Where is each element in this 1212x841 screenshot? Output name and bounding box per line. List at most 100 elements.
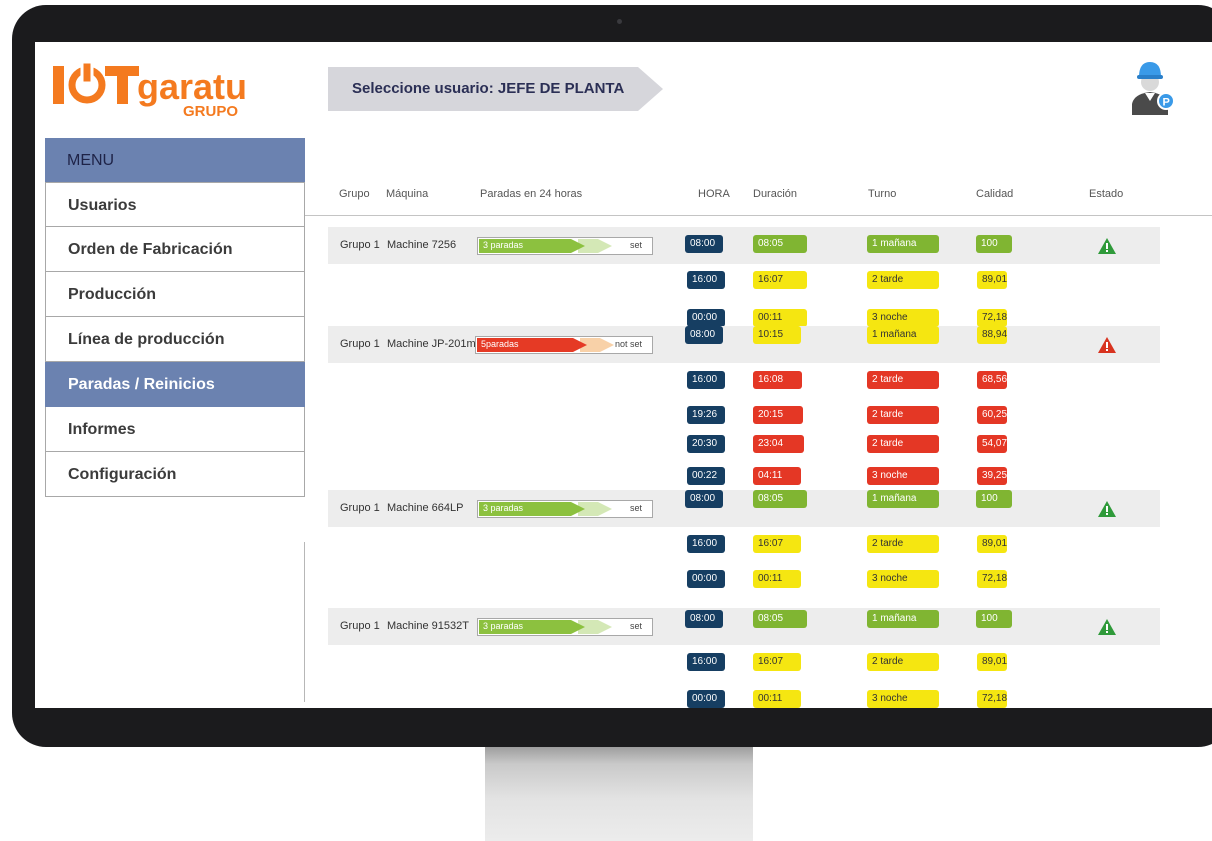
hora-cell: 00:00 bbox=[687, 690, 725, 708]
column-paradas: Paradas en 24 horas bbox=[480, 188, 583, 200]
hora-cell: 19:26 bbox=[687, 406, 725, 424]
duracion-cell: 16:07 bbox=[753, 271, 807, 289]
calidad-cell: 89,01 bbox=[977, 271, 1007, 289]
duracion-cell: 16:07 bbox=[753, 653, 801, 671]
duracion-cell: 00:11 bbox=[753, 690, 801, 708]
svg-text:garatu: garatu bbox=[137, 66, 247, 107]
svg-text:P: P bbox=[1163, 97, 1170, 109]
column-maquina: Máquina bbox=[386, 188, 429, 200]
camera-icon bbox=[617, 19, 622, 24]
table-header-divider bbox=[305, 215, 1212, 216]
paradas-progress-bar[interactable]: 3 paradas set bbox=[477, 500, 653, 518]
turno-cell: 1 mañana bbox=[867, 490, 939, 508]
user-selector-label: Seleccione usuario: JEFE DE PLANTA bbox=[352, 80, 625, 97]
column-turno: Turno bbox=[868, 188, 897, 200]
hora-cell: 00:00 bbox=[687, 309, 725, 327]
hora-cell: 00:22 bbox=[687, 467, 725, 485]
sidebar-item-usuarios[interactable]: Usuarios bbox=[45, 182, 305, 227]
turno-cell: 3 noche bbox=[867, 570, 939, 588]
paradas-count-label: 3 paradas bbox=[483, 240, 524, 250]
machine-name-cell[interactable]: Machine 664LP bbox=[387, 502, 463, 514]
duracion-cell: 00:11 bbox=[753, 570, 801, 588]
duracion-cell: 08:05 bbox=[753, 490, 807, 508]
sidebar-item-informes[interactable]: Informes bbox=[45, 407, 305, 452]
column-calidad: Calidad bbox=[976, 188, 1014, 200]
calidad-cell: 54,07 bbox=[977, 435, 1007, 453]
turno-cell: 2 tarde bbox=[867, 535, 939, 553]
turno-cell: 2 tarde bbox=[867, 653, 939, 671]
hora-cell: 08:00 bbox=[685, 490, 723, 508]
turno-cell: 2 tarde bbox=[867, 435, 939, 453]
duracion-cell: 23:04 bbox=[753, 435, 804, 453]
paradas-count-label: 3 paradas bbox=[483, 621, 524, 631]
hora-cell: 08:00 bbox=[685, 326, 723, 344]
calidad-cell: 100 bbox=[976, 610, 1012, 628]
column-grupo: Grupo bbox=[339, 188, 370, 200]
table-header: Grupo Máquina Paradas en 24 horas HORA D… bbox=[325, 188, 1212, 218]
turno-cell: 1 mañana bbox=[867, 326, 939, 344]
machine-name-cell[interactable]: Machine 7256 bbox=[387, 239, 456, 251]
hora-cell: 16:00 bbox=[687, 535, 725, 553]
calidad-cell: 100 bbox=[976, 235, 1012, 253]
column-hora: HORA bbox=[698, 188, 730, 200]
calidad-cell: 72,18 bbox=[977, 690, 1007, 708]
sidebar-item-linea-produccion[interactable]: Línea de producción bbox=[45, 317, 305, 362]
turno-cell: 2 tarde bbox=[867, 371, 939, 389]
paradas-status-label: not set bbox=[614, 339, 642, 349]
sidebar-item-paradas-reinicios[interactable]: Paradas / Reinicios bbox=[45, 362, 305, 407]
turno-cell: 3 noche bbox=[867, 690, 939, 708]
svg-text:GRUPO: GRUPO bbox=[183, 103, 238, 120]
paradas-count-label: 3 paradas bbox=[483, 503, 524, 513]
paradas-status-label: set bbox=[629, 240, 642, 250]
warning-green-icon bbox=[1098, 238, 1116, 254]
turno-cell: 1 mañana bbox=[867, 610, 939, 628]
machine-name-cell[interactable]: Machine JP-201m bbox=[387, 338, 476, 350]
paradas-progress-bar[interactable]: 5paradas not set bbox=[475, 336, 653, 354]
grupo-cell: Grupo 1 bbox=[340, 620, 380, 632]
duracion-cell: 08:05 bbox=[753, 610, 807, 628]
duracion-cell: 20:15 bbox=[753, 406, 803, 424]
column-duracion: Duración bbox=[753, 188, 798, 200]
paradas-status-label: set bbox=[629, 503, 642, 513]
machine-name-cell[interactable]: Machine 91532T bbox=[387, 620, 469, 632]
iot-garatu-logo: garatu GRUPO bbox=[51, 58, 261, 120]
app-screen: garatu GRUPO Seleccione usuario: JEFE DE… bbox=[35, 42, 1212, 708]
turno-cell: 2 tarde bbox=[867, 271, 939, 289]
calidad-cell: 89,01 bbox=[977, 653, 1007, 671]
hora-cell: 08:00 bbox=[685, 610, 723, 628]
duracion-cell: 16:07 bbox=[753, 535, 801, 553]
hora-cell: 20:30 bbox=[687, 435, 725, 453]
grupo-cell: Grupo 1 bbox=[340, 502, 380, 514]
calidad-cell: 72,18 bbox=[977, 309, 1007, 327]
user-avatar-icon[interactable]: P bbox=[1125, 54, 1175, 116]
user-selector[interactable]: Seleccione usuario: JEFE DE PLANTA bbox=[328, 67, 663, 111]
sidebar-item-orden-fabricacion[interactable]: Orden de Fabricación bbox=[45, 227, 305, 272]
duracion-cell: 10:15 bbox=[753, 326, 801, 344]
hora-cell: 16:00 bbox=[687, 371, 725, 389]
calidad-cell: 100 bbox=[976, 490, 1012, 508]
calidad-cell: 88,94 bbox=[977, 326, 1007, 344]
calidad-cell: 89,01 bbox=[977, 535, 1007, 553]
duracion-cell: 16:08 bbox=[753, 371, 802, 389]
paradas-count-label: 5paradas bbox=[481, 339, 519, 349]
hora-cell: 08:00 bbox=[685, 235, 723, 253]
calidad-cell: 60,25 bbox=[977, 406, 1007, 424]
turno-cell: 3 noche bbox=[867, 309, 939, 327]
sidebar-item-produccion[interactable]: Producción bbox=[45, 272, 305, 317]
warning-green-icon bbox=[1098, 619, 1116, 635]
menu-header: MENU bbox=[45, 138, 305, 182]
turno-cell: 1 mañana bbox=[867, 235, 939, 253]
hora-cell: 00:00 bbox=[687, 570, 725, 588]
paradas-progress-bar[interactable]: 3 paradas set bbox=[477, 237, 653, 255]
hora-cell: 16:00 bbox=[687, 653, 725, 671]
turno-cell: 3 noche bbox=[867, 467, 939, 485]
calidad-cell: 68,56 bbox=[977, 371, 1007, 389]
sidebar-item-configuracion[interactable]: Configuración bbox=[45, 452, 305, 497]
duracion-cell: 04:11 bbox=[753, 467, 801, 485]
turno-cell: 2 tarde bbox=[867, 406, 939, 424]
paradas-status-label: set bbox=[629, 621, 642, 631]
grupo-cell: Grupo 1 bbox=[340, 239, 380, 251]
warning-green-icon bbox=[1098, 501, 1116, 517]
paradas-progress-bar[interactable]: 3 paradas set bbox=[477, 618, 653, 636]
column-estado: Estado bbox=[1089, 188, 1124, 200]
